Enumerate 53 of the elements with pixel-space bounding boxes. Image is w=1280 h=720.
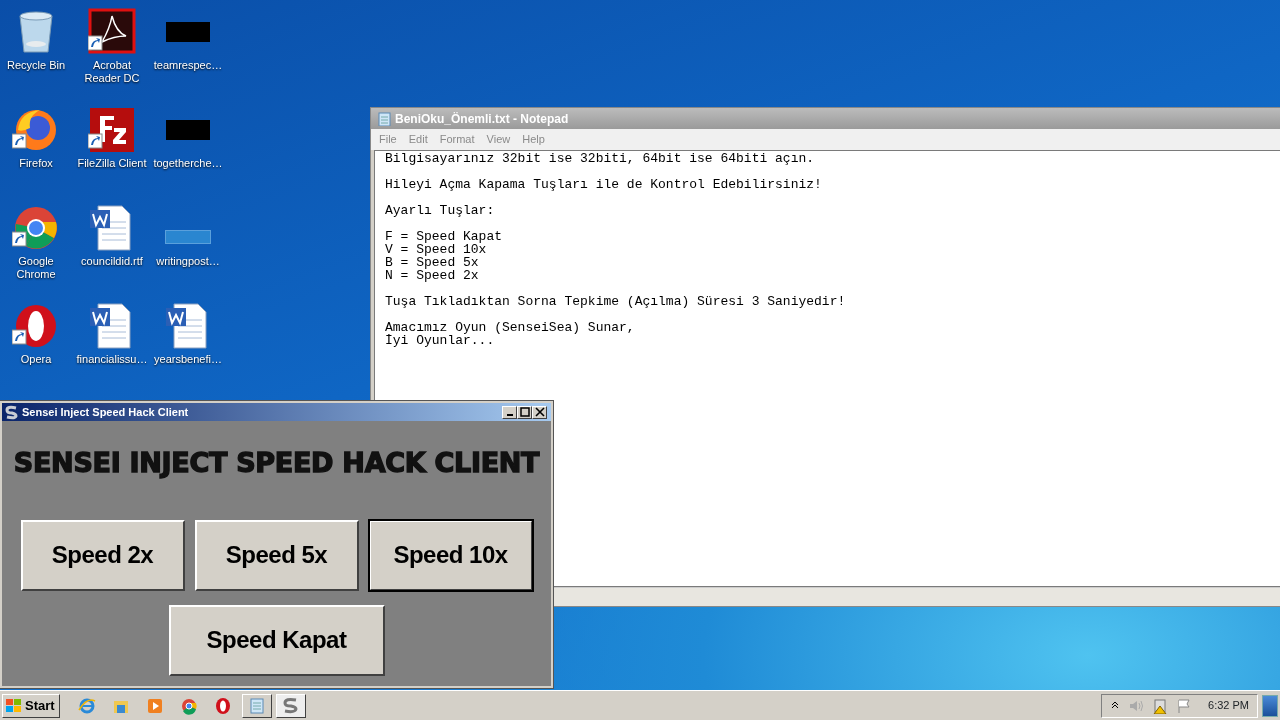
text-line: F = Speed Kapat (385, 230, 504, 243)
play-icon (145, 696, 164, 715)
network-warning-icon (1152, 697, 1169, 714)
close-button[interactable] (532, 405, 547, 419)
icon-label[interactable]: councildid.rtf (81, 255, 143, 268)
close-icon (533, 407, 546, 417)
icon-label[interactable]: teamrespec… (153, 59, 223, 72)
text-line: N = Speed 2x (385, 269, 480, 282)
icon-label[interactable]: Opera (20, 353, 52, 366)
icon-label[interactable]: yearsbenefi… (154, 353, 222, 366)
text-line: Tuşa Tıkladıktan Sorna Tepkime (Açılma) Süresi 3 Saniyedir! (385, 295, 847, 308)
icon-label[interactable]: Acrobat Reader DC (77, 59, 147, 85)
chrome-icon (179, 696, 198, 715)
flag-icon (1176, 697, 1193, 714)
clock[interactable]: 6:32 PM (1208, 697, 1249, 714)
horizontal-scrollbar[interactable] (554, 587, 1280, 606)
minimize-icon (506, 414, 513, 416)
speed-button[interactable]: Speed 10x (368, 519, 533, 591)
speed-button[interactable]: Speed Kapat (168, 604, 385, 676)
taskbar-button[interactable] (241, 693, 272, 718)
text-line: V = Speed 10x (385, 243, 487, 256)
text-line: Ayarlı Tuşlar: (385, 204, 496, 217)
speed-button[interactable]: Speed 5x (194, 519, 359, 591)
app-heading: SENSEI INJECT SPEED HACK CLIENT (13, 446, 540, 480)
window-title: BeniOku_Önemli.txt - Notepad (395, 110, 569, 128)
opera-icon (213, 696, 232, 715)
s-logo-icon (281, 696, 300, 715)
notepad-icon (377, 111, 391, 126)
maximize-icon (518, 407, 531, 417)
minimize-button[interactable] (502, 405, 517, 419)
icon-label[interactable]: financialissu… (76, 353, 148, 366)
windows-logo-icon (5, 697, 23, 714)
icon-label[interactable]: togetherche… (153, 157, 223, 170)
icon-label[interactable]: Firefox (19, 157, 53, 170)
maximize-button[interactable] (517, 405, 532, 419)
start-button[interactable]: Start (2, 693, 60, 718)
s-logo-icon (4, 404, 19, 420)
show-desktop-button[interactable] (1262, 694, 1278, 717)
ie-icon (77, 696, 96, 715)
text-line: Bilgisayarınız 32bit ise 32biti, 64bit ise 64biti açın. (385, 152, 816, 165)
text-line: Hileyi Açma Kapama Tuşları ile de Kontrol Edebilirsiniz! (385, 178, 823, 191)
icon-label[interactable]: writingpost… (156, 255, 220, 268)
speed-button[interactable]: Speed 2x (20, 519, 185, 591)
blank-file-icon (165, 230, 211, 244)
text-line: B = Speed 5x (385, 256, 480, 269)
text-line: İyi Oyunlar... (385, 334, 496, 347)
icon-label[interactable]: Google Chrome (1, 255, 71, 281)
window-title: Sensei Inject Speed Hack Client (22, 404, 189, 420)
taskbar-button[interactable] (275, 693, 306, 718)
notepad-icon (247, 696, 266, 715)
icon-label[interactable]: Recycle Bin (1, 59, 71, 72)
text-line: Amacımız Oyun (SenseiSea) Sunar, (385, 321, 636, 334)
icon-label[interactable]: FileZilla Client (77, 157, 147, 170)
